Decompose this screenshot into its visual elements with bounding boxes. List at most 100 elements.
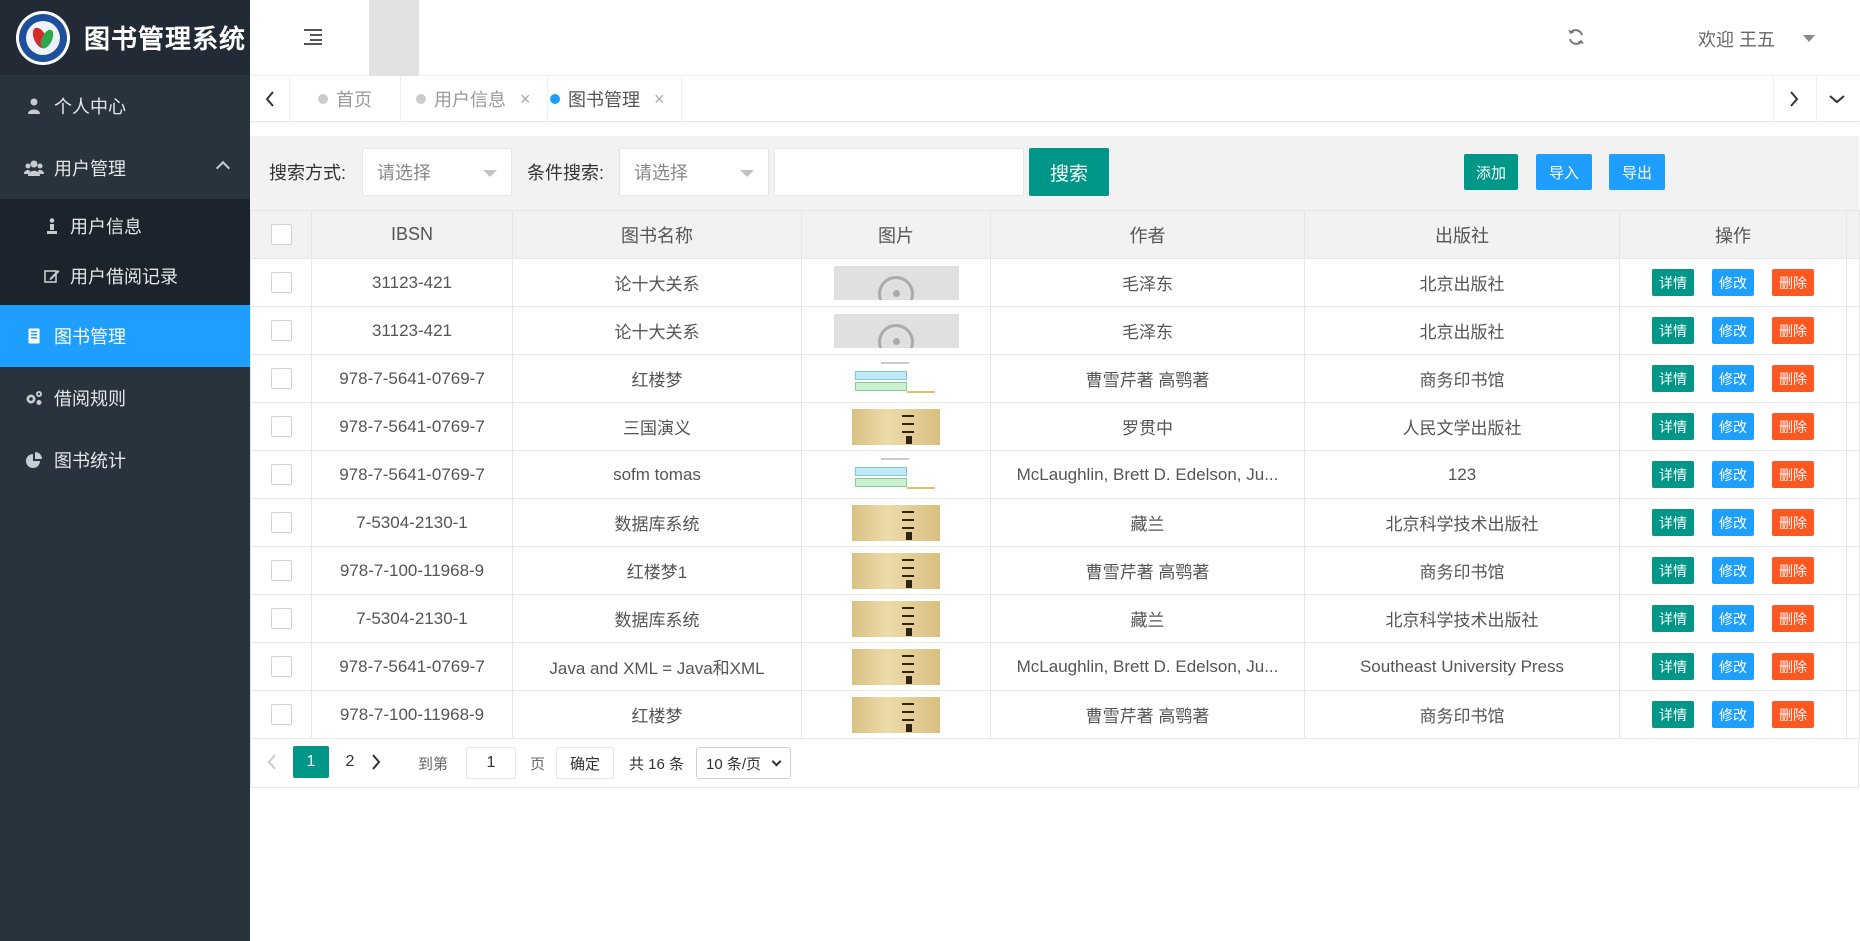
- delete-button[interactable]: 删除: [1772, 461, 1814, 488]
- chevron-down-icon: [771, 756, 782, 767]
- edit-button[interactable]: 修改: [1712, 317, 1754, 344]
- row-checkbox[interactable]: [270, 608, 292, 629]
- page-size-select[interactable]: 10 条/页: [696, 747, 791, 779]
- edit-button[interactable]: 修改: [1712, 653, 1754, 680]
- book-cover-image: [853, 361, 939, 397]
- detail-button[interactable]: 详情: [1652, 653, 1694, 680]
- cell-book-name: 三国演义: [512, 402, 802, 451]
- cell-ibsn: 978-7-5641-0769-7: [311, 402, 513, 451]
- sidebar-item-book-management[interactable]: 图书管理: [0, 305, 250, 367]
- delete-button[interactable]: 删除: [1772, 509, 1814, 536]
- row-checkbox[interactable]: [270, 416, 292, 437]
- row-checkbox[interactable]: [270, 464, 292, 485]
- detail-button[interactable]: 详情: [1652, 701, 1694, 728]
- cell-actions: 详情 修改 删除: [1619, 354, 1847, 403]
- edit-button[interactable]: 修改: [1712, 365, 1754, 392]
- column-header-ibsn[interactable]: IBSN: [311, 210, 513, 259]
- search-mode-select[interactable]: 请选择: [362, 148, 512, 196]
- search-mode-label: 搜索方式:: [269, 163, 347, 183]
- edit-button[interactable]: 修改: [1712, 269, 1754, 296]
- detail-button[interactable]: 详情: [1652, 461, 1694, 488]
- row-checkbox[interactable]: [270, 272, 292, 293]
- row-checkbox[interactable]: [270, 368, 292, 389]
- detail-button[interactable]: 详情: [1652, 365, 1694, 392]
- row-select-cell: [250, 306, 312, 355]
- search-input[interactable]: [774, 148, 1024, 196]
- goto-page-input[interactable]: 1: [466, 747, 516, 779]
- chevron-down-icon: [1828, 95, 1845, 104]
- refresh-icon[interactable]: [1566, 27, 1586, 47]
- column-header-publisher[interactable]: 出版社: [1304, 210, 1620, 259]
- goto-confirm-button[interactable]: 确定: [556, 747, 614, 779]
- column-header-author[interactable]: 作者: [990, 210, 1305, 259]
- tabs-scroll-left-button[interactable]: [250, 76, 290, 122]
- caret-down-icon[interactable]: [1803, 35, 1815, 42]
- edit-button[interactable]: 修改: [1712, 557, 1754, 584]
- search-button[interactable]: 搜索: [1029, 148, 1109, 196]
- cell-author: 藏兰: [990, 498, 1305, 547]
- tab-book-management[interactable]: 图书管理 ×: [522, 76, 682, 122]
- row-checkbox[interactable]: [270, 704, 292, 725]
- row-checkbox[interactable]: [270, 656, 292, 677]
- page-number-current[interactable]: 1: [293, 746, 329, 778]
- delete-button[interactable]: 删除: [1772, 605, 1814, 632]
- cell-actions: 详情 修改 删除: [1619, 546, 1847, 595]
- add-button[interactable]: 添加: [1464, 154, 1518, 190]
- cell-book-name: 红楼梦1: [512, 546, 802, 595]
- detail-button[interactable]: 详情: [1652, 317, 1694, 344]
- edit-button[interactable]: 修改: [1712, 605, 1754, 632]
- column-header-name[interactable]: 图书名称: [512, 210, 802, 259]
- detail-button[interactable]: 详情: [1652, 557, 1694, 584]
- sidebar-item-borrow-rules[interactable]: 借阅规则: [0, 367, 250, 429]
- user-welcome[interactable]: 欢迎 王五: [1698, 26, 1775, 52]
- edit-icon: [42, 266, 62, 286]
- edit-button[interactable]: 修改: [1712, 461, 1754, 488]
- next-page-button[interactable]: [371, 753, 385, 773]
- delete-button[interactable]: 删除: [1772, 317, 1814, 344]
- row-checkbox[interactable]: [270, 512, 292, 533]
- import-button[interactable]: 导入: [1536, 154, 1592, 190]
- cell-publisher: 商务印书馆: [1304, 690, 1620, 739]
- prev-page-button[interactable]: [267, 753, 281, 773]
- delete-button[interactable]: 删除: [1772, 701, 1814, 728]
- cell-publisher: 人民文学出版社: [1304, 402, 1620, 451]
- edit-button[interactable]: 修改: [1712, 701, 1754, 728]
- book-cover-image: [852, 600, 940, 637]
- tab-label: 图书管理: [568, 90, 640, 110]
- tabs-scroll-right-button[interactable]: [1773, 76, 1813, 122]
- detail-button[interactable]: 详情: [1652, 269, 1694, 296]
- delete-button[interactable]: 删除: [1772, 269, 1814, 296]
- detail-button[interactable]: 详情: [1652, 509, 1694, 536]
- select-all-checkbox[interactable]: [270, 224, 292, 246]
- tab-home[interactable]: 首页: [290, 76, 401, 122]
- export-button[interactable]: 导出: [1609, 154, 1665, 190]
- close-icon[interactable]: ×: [654, 89, 665, 110]
- sidebar-item-borrow-records[interactable]: 用户借阅记录: [0, 251, 250, 301]
- scrollbar-gutter: [1846, 642, 1860, 691]
- detail-button[interactable]: 详情: [1652, 605, 1694, 632]
- row-checkbox[interactable]: [270, 560, 292, 581]
- edit-button[interactable]: 修改: [1712, 509, 1754, 536]
- sidebar-item-personal-center[interactable]: 个人中心: [0, 75, 250, 137]
- menu-toggle-icon[interactable]: [304, 29, 322, 45]
- scrollbar-gutter: [1846, 546, 1860, 595]
- sidebar-item-user-info[interactable]: 用户信息: [0, 201, 250, 251]
- sidebar-item-user-management[interactable]: 用户管理: [0, 137, 250, 199]
- page-number[interactable]: 2: [332, 746, 368, 778]
- row-checkbox[interactable]: [270, 320, 292, 341]
- cell-ibsn: 978-7-5641-0769-7: [311, 642, 513, 691]
- tabs-menu-button[interactable]: [1816, 76, 1856, 122]
- column-header-image[interactable]: 图片: [801, 210, 991, 259]
- edit-button[interactable]: 修改: [1712, 413, 1754, 440]
- condition-search-select[interactable]: 请选择: [619, 148, 769, 196]
- table-row: 978-7-5641-0769-7 红楼梦 曹雪芹著 高鹗著 商务印书馆 详情 修改 删除: [250, 354, 1860, 403]
- select-value: 请选择: [377, 163, 431, 183]
- delete-button[interactable]: 删除: [1772, 557, 1814, 584]
- cell-image: [801, 354, 991, 403]
- detail-button[interactable]: 详情: [1652, 413, 1694, 440]
- book-cover-image: [833, 313, 959, 348]
- delete-button[interactable]: 删除: [1772, 413, 1814, 440]
- delete-button[interactable]: 删除: [1772, 653, 1814, 680]
- delete-button[interactable]: 删除: [1772, 365, 1814, 392]
- sidebar-item-book-statistics[interactable]: 图书统计: [0, 429, 250, 491]
